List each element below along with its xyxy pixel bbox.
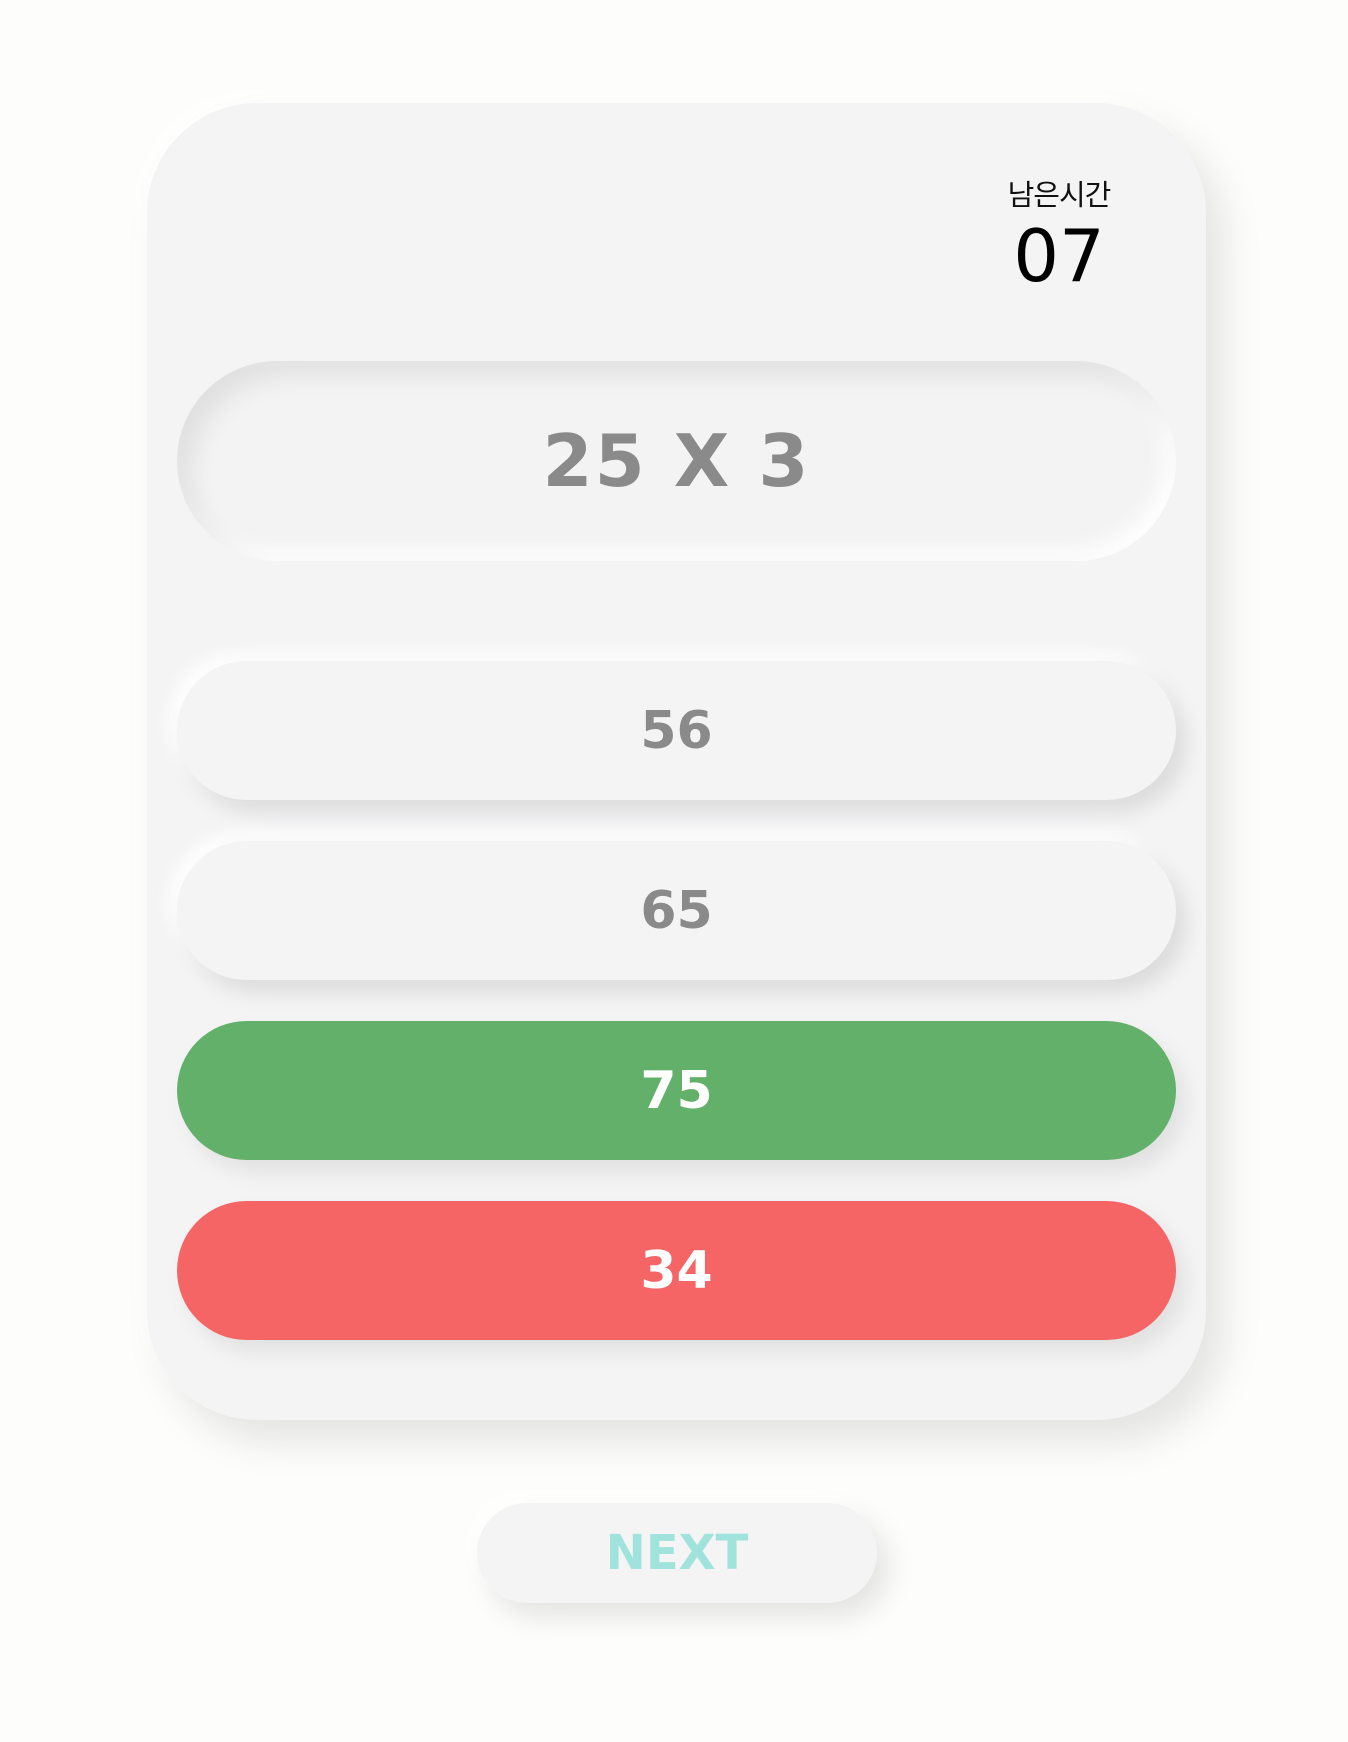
answer-option-1[interactable]: 56 <box>177 661 1176 800</box>
answer-option-4[interactable]: 34 <box>177 1201 1176 1340</box>
question-text: 25 X 3 <box>542 419 811 503</box>
answer-option-3[interactable]: 75 <box>177 1021 1176 1160</box>
answer-option-2[interactable]: 65 <box>177 841 1176 980</box>
next-button[interactable]: NEXT <box>477 1503 877 1603</box>
timer-value: 07 <box>1013 214 1105 298</box>
timer: 남은시간 07 <box>984 178 1134 296</box>
quiz-card: 남은시간 07 25 X 3 56 65 75 34 <box>147 103 1206 1420</box>
question-box: 25 X 3 <box>177 361 1176 561</box>
timer-label: 남은시간 <box>1007 178 1112 212</box>
